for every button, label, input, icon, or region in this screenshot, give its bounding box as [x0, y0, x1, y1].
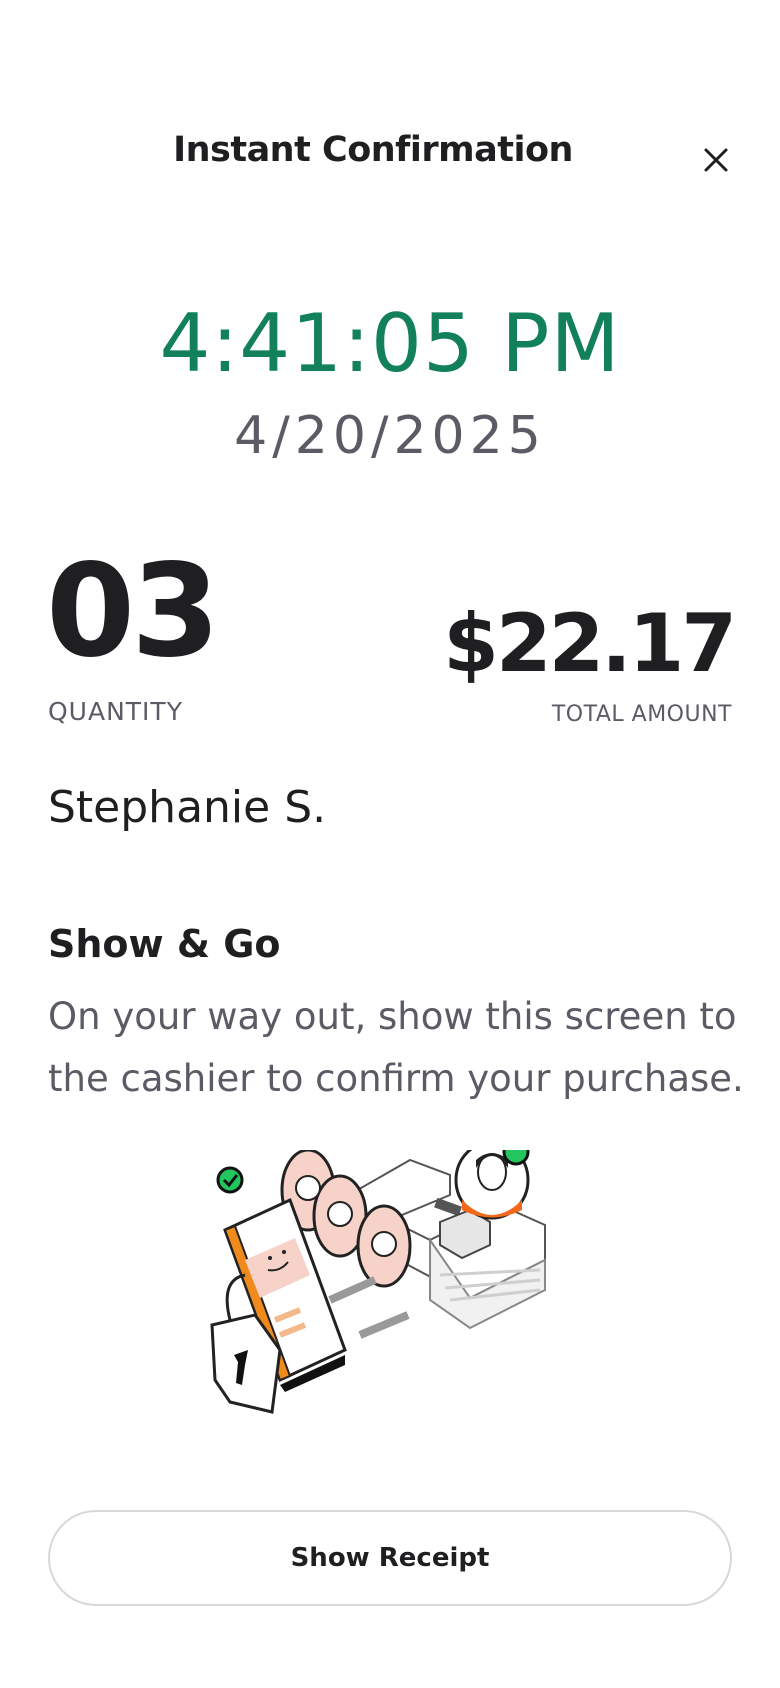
- show-and-go-description: On your way out, show this screen to the…: [48, 995, 744, 1100]
- customer-name: Stephanie S.: [48, 782, 327, 833]
- page-title: Instant Confirmation: [173, 130, 573, 170]
- close-icon: [704, 148, 728, 172]
- header: Instant Confirmation: [0, 118, 780, 198]
- confirmation-time: 4:41:05 PM: [159, 297, 621, 390]
- show-receipt-label: Show Receipt: [290, 1543, 490, 1573]
- quantity-label: QUANTITY: [48, 697, 183, 726]
- checkout-illustration: [200, 1150, 590, 1470]
- confirmation-date: 4/20/2025: [234, 406, 546, 466]
- show-receipt-button[interactable]: Show Receipt: [48, 1510, 732, 1606]
- close-button[interactable]: [694, 138, 738, 182]
- total-amount-label: TOTAL AMOUNT: [551, 702, 732, 727]
- quantity-value: 03: [46, 537, 220, 686]
- show-and-go-title: Show & Go: [48, 922, 281, 966]
- checkout-illustration-icon: [210, 1150, 546, 1414]
- total-amount-value: $22.17: [443, 597, 737, 690]
